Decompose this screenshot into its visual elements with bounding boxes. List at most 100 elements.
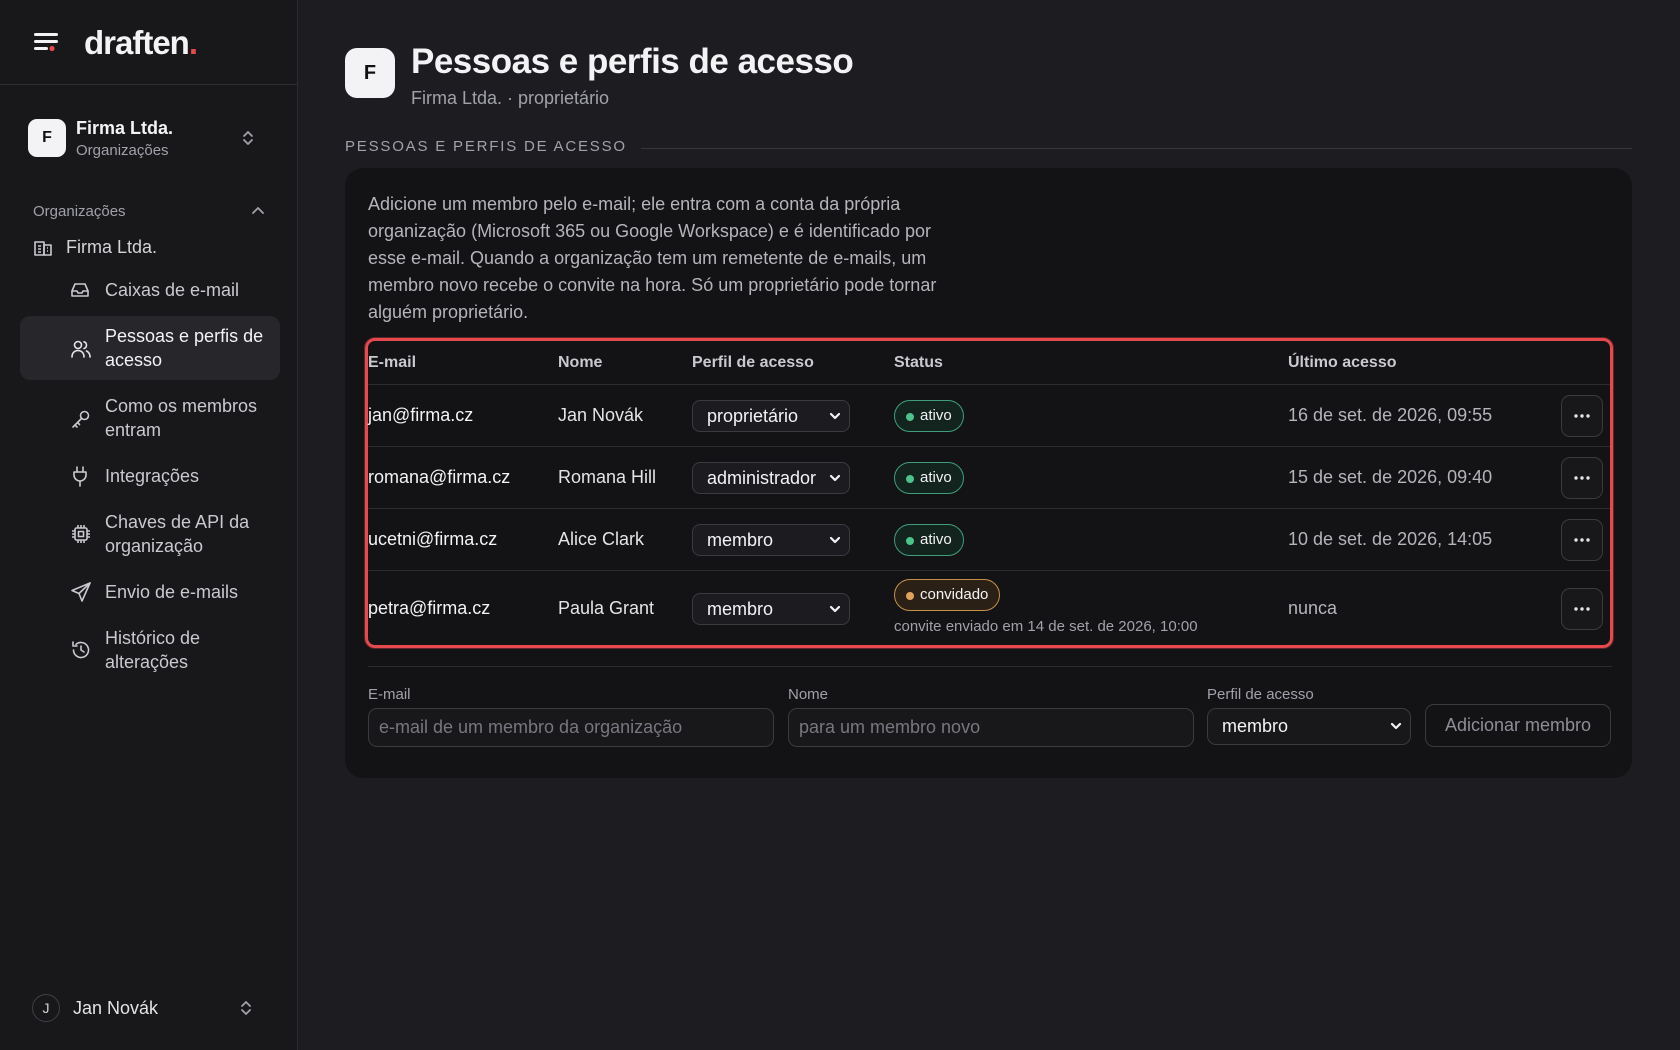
section-divider [640,148,1632,149]
role-select[interactable]: membro [692,593,850,625]
member-last-access: 10 de set. de 2026, 14:05 [1288,529,1493,549]
more-horizontal-icon [1574,538,1590,542]
sidebar-item-mailboxes[interactable]: Caixas de e-mail [20,270,280,310]
status-badge: ativo [894,524,964,556]
page-org-avatar: F [345,48,395,98]
user-name: Jan Novák [73,997,159,1018]
role-select-value: membro [707,599,774,619]
role-select[interactable]: membro [692,524,850,556]
page-subtitle: Firma Ltda. · proprietário [411,88,610,108]
user-menu[interactable]: J Jan Novák [32,993,268,1023]
email-field-label: E-mail [368,686,411,703]
main-content: F Pessoas e perfis de acesso Firma Ltda.… [298,0,1680,1050]
table-row: petra@firma.cz Paula Grant membro convid… [368,571,1610,645]
sidebar-item-label: Pessoas e perfis de acesso [105,326,264,370]
row-actions-button[interactable] [1561,519,1603,561]
more-horizontal-icon [1574,476,1590,480]
send-icon [71,582,91,602]
chevron-down-icon [829,474,841,482]
members-card: Adicione um membro pelo e-mail; ele entr… [345,168,1632,778]
sidebar-item-org[interactable]: Firma Ltda. [33,233,157,261]
more-horizontal-icon [1574,414,1590,418]
sidebar-item-api-keys[interactable]: Chaves de API da organização [20,502,280,566]
menu-icon[interactable] [32,28,60,56]
sidebar-item-label: Histórico de alterações [105,628,201,672]
member-last-access: 16 de set. de 2026, 09:55 [1288,405,1493,425]
row-actions-button[interactable] [1561,588,1603,630]
status-badge: ativo [894,400,964,432]
col-role: Perfil de acesso [692,354,814,371]
table-row: jan@firma.cz Jan Novák proprietário ativ… [368,385,1610,447]
chip-icon [72,525,90,543]
role-select-value: proprietário [707,406,799,426]
col-name: Nome [558,354,603,371]
email-field[interactable] [368,708,774,747]
status-badge: convidado [894,579,1001,611]
member-last-access: nunca [1288,598,1338,618]
chevron-down-icon [829,536,841,544]
role-select[interactable]: proprietário [692,400,850,432]
page-title: Pessoas e perfis de acesso [411,42,854,81]
section-header: PESSOAS E PERFIS DE ACESSO [345,138,1632,155]
brand-logo: draften. [84,23,198,61]
member-name: Romana Hill [558,467,657,487]
member-name: Paula Grant [558,598,655,618]
role-field-value: membro [1222,716,1289,736]
plug-icon [73,466,87,487]
member-last-access: 15 de set. de 2026, 09:40 [1288,467,1493,487]
role-field-label: Perfil de acesso [1207,686,1314,703]
org-switcher[interactable]: F Firma Ltda. Organizações [20,108,278,168]
role-select-value: membro [707,530,774,550]
page-header: F Pessoas e perfis de acesso Firma Ltda.… [345,42,854,109]
sidebar-item-label: Como os membros entram [105,396,258,440]
sidebar-item-people[interactable]: Pessoas e perfis de acesso [20,316,280,380]
org-switcher-name: Firma Ltda. [76,117,174,138]
chevron-updown-icon [241,1001,251,1015]
role-select-value: administrador [707,468,817,488]
org-avatar: F [28,119,66,157]
users-icon [71,340,91,358]
row-actions-button[interactable] [1561,395,1603,437]
sidebar-item-label: Integrações [105,466,200,486]
member-email: petra@firma.cz [368,598,491,618]
table-row: ucetni@firma.cz Alice Clark membro ativo… [368,509,1610,571]
member-email: romana@firma.cz [368,467,511,487]
name-field[interactable] [788,708,1194,747]
row-actions-button[interactable] [1561,457,1603,499]
role-field[interactable]: membro [1207,708,1411,745]
key-icon [72,410,90,428]
table-header: E-mail Nome Perfil de acesso Status Últi… [368,341,1610,385]
name-field-label: Nome [788,686,829,703]
sidebar-item-sign-in[interactable]: Como os membros entram [20,386,280,450]
members-table: E-mail Nome Perfil de acesso Status Últi… [365,338,1613,648]
sidebar-nav: Caixas de e-mail Pessoas e perfis de ace… [20,270,280,688]
role-select[interactable]: administrador [692,462,850,494]
add-member-button[interactable]: Adicionar membro [1425,704,1611,747]
sidebar-item-email-sending[interactable]: Envio de e-mails [20,572,280,612]
brand-bar: draften. [0,0,297,85]
sidebar-item-label: Envio de e-mails [105,582,239,602]
status-badge: ativo [894,462,964,494]
sidebar-item-history[interactable]: Histórico de alterações [20,618,280,682]
invite-note: convite enviado em 14 de set. de 2026, 1… [894,618,1198,635]
chevron-down-icon [829,412,841,420]
member-email: jan@firma.cz [368,405,474,425]
member-email: ucetni@firma.cz [368,529,498,549]
chevron-down-icon [829,605,841,613]
table-row: romana@firma.cz Romana Hill administrado… [368,447,1610,509]
sidebar-item-label: Chaves de API da organização [105,512,250,556]
more-horizontal-icon [1574,607,1590,611]
col-last-access: Último acesso [1288,354,1397,371]
col-status: Status [894,354,943,371]
chevron-down-icon [1390,722,1402,730]
col-email: E-mail [368,354,417,371]
org-switcher-sub: Organizações [76,141,169,159]
building-icon [34,241,52,256]
member-name: Jan Novák [558,405,644,425]
sidebar: draften. F Firma Ltda. Organizações Orga… [0,0,298,1050]
avatar: J [32,994,60,1022]
sidebar-item-label: Caixas de e-mail [105,280,240,300]
nav-group-label: Organizações [33,202,126,220]
nav-group-organizations[interactable]: Organizações [33,200,265,222]
sidebar-item-integrations[interactable]: Integrações [20,456,280,496]
